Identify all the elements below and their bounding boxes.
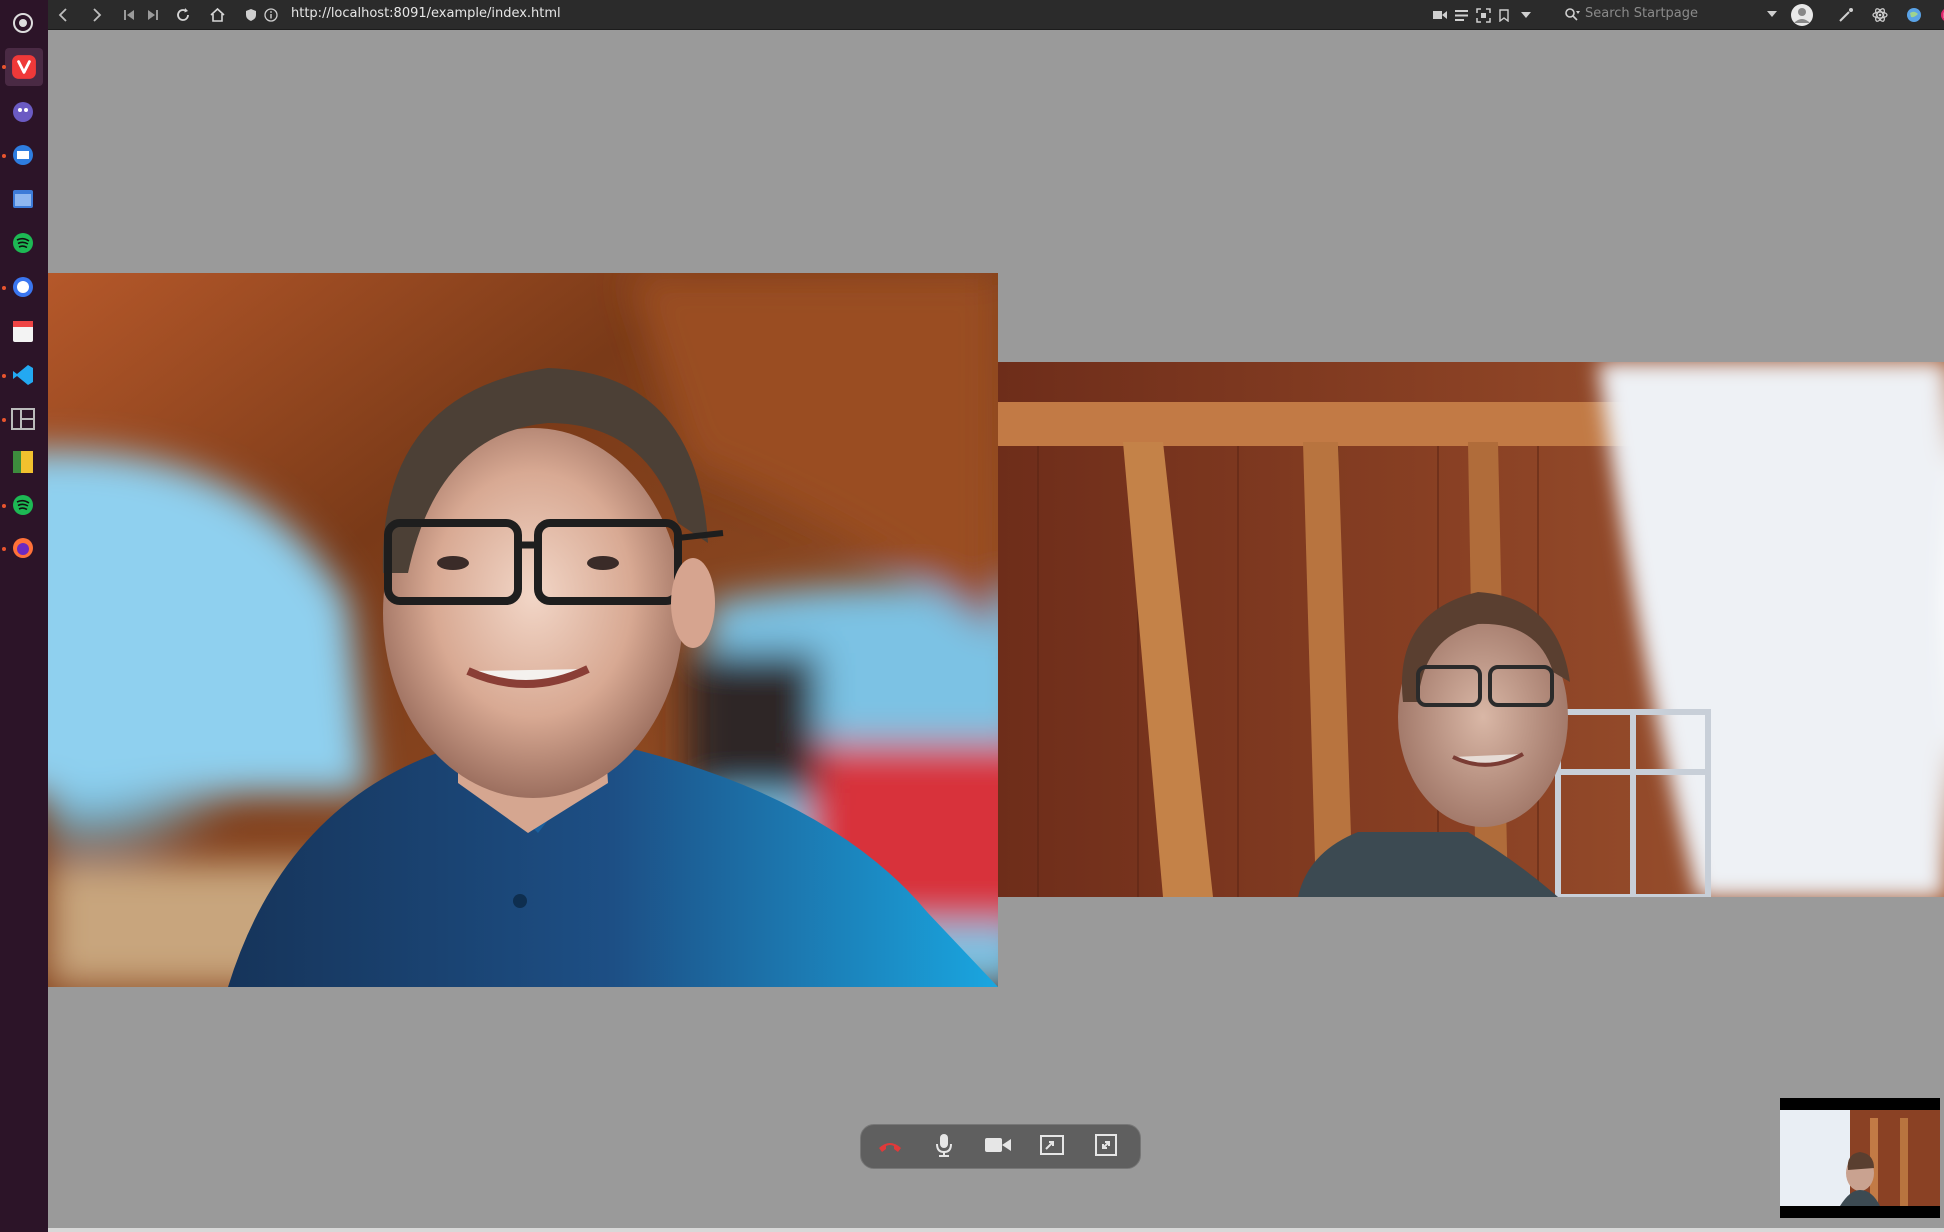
microphone-icon (936, 1133, 952, 1161)
react-devtools-icon[interactable] (1869, 4, 1891, 26)
app-dock (0, 0, 49, 1232)
dock-item-calendar[interactable] (8, 316, 38, 346)
dock-item-spotify[interactable] (8, 228, 38, 258)
hangup-button[interactable] (875, 1132, 905, 1162)
back-icon[interactable] (52, 4, 74, 26)
forward-icon[interactable] (86, 4, 108, 26)
globe-extension-icon[interactable] (1903, 4, 1925, 26)
camera-button[interactable] (983, 1132, 1013, 1162)
dock-item-notes-app[interactable] (8, 447, 38, 477)
search-placeholder: Search Startpage (1585, 6, 1699, 21)
dock-item-thunderbird[interactable] (8, 140, 38, 170)
running-indicator (2, 504, 6, 508)
fullscreen-exit-icon (1095, 1134, 1117, 1160)
remote-video-left (48, 273, 998, 987)
address-bar[interactable]: http://localhost:8091/example/index.html (291, 6, 561, 21)
mute-button[interactable] (929, 1132, 959, 1162)
video-capture-icon[interactable] (1429, 4, 1451, 26)
chevron-down-icon[interactable] (1515, 4, 1537, 26)
remote-video-right (998, 362, 1944, 897)
home-icon[interactable] (206, 4, 228, 26)
running-indicator (2, 547, 6, 551)
bottom-divider (48, 1228, 1944, 1232)
chevron-down-icon[interactable] (1761, 3, 1783, 25)
dock-item-firefox[interactable] (8, 533, 38, 563)
dock-item-signal[interactable] (8, 272, 38, 302)
running-indicator (2, 154, 6, 158)
dock-item-ghost-app[interactable] (8, 97, 38, 127)
rewind-icon[interactable] (118, 4, 140, 26)
dock-item-window-app[interactable] (8, 184, 38, 214)
running-indicator (2, 286, 6, 290)
dock-item-vivaldi[interactable] (5, 48, 43, 86)
screen-share-button[interactable] (1037, 1132, 1067, 1162)
shield-icon[interactable] (240, 4, 262, 26)
bookmark-icon[interactable] (1493, 4, 1515, 26)
gear-icon[interactable] (8, 8, 38, 38)
video-camera-icon (985, 1137, 1011, 1157)
self-view-video[interactable] (1780, 1098, 1940, 1218)
running-indicator (2, 418, 6, 422)
reader-view-icon[interactable] (1450, 4, 1472, 26)
call-controls (860, 1124, 1141, 1169)
fullscreen-button[interactable] (1091, 1132, 1121, 1162)
mastodon-extension-icon[interactable] (1937, 4, 1944, 26)
browser-toolbar: http://localhost:8091/example/index.html… (48, 0, 1944, 30)
running-indicator (2, 374, 6, 378)
dock-item-spotify-2[interactable] (8, 490, 38, 520)
site-info-icon[interactable] (260, 4, 282, 26)
color-picker-icon[interactable] (1835, 4, 1857, 26)
screenshot-icon[interactable] (1472, 4, 1494, 26)
screen-share-icon (1040, 1135, 1064, 1159)
search-icon (1561, 3, 1583, 25)
fast-forward-icon[interactable] (142, 4, 164, 26)
phone-hangup-icon (877, 1138, 903, 1157)
running-indicator (2, 65, 6, 69)
profile-avatar[interactable] (1789, 2, 1815, 28)
search-field[interactable]: Search Startpage (1561, 3, 1785, 25)
dock-item-layout-app[interactable] (8, 404, 38, 434)
reload-icon[interactable] (172, 4, 194, 26)
dock-item-vscode[interactable] (8, 360, 38, 390)
